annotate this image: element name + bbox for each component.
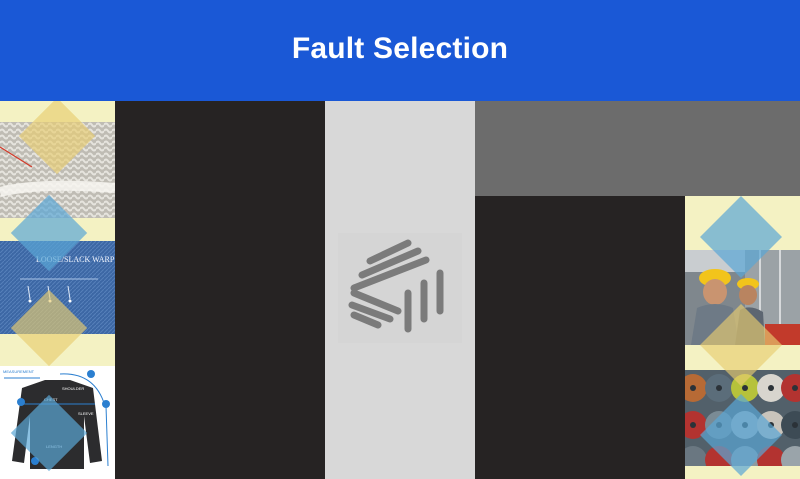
right-thumbnail-strip	[685, 196, 800, 479]
dark-panel-right	[475, 196, 685, 479]
measurement-label: MEASUREMENT	[3, 369, 35, 374]
header-bar: Fault Selection	[0, 0, 800, 101]
left-thumbnail-strip: LOOSE/SLACK WARP MEASUREMENT SHOULDER CH…	[0, 101, 115, 479]
shoulder-label: SHOULDER	[62, 386, 85, 391]
page-title: Fault Selection	[291, 31, 509, 65]
dark-panel-left	[115, 101, 325, 479]
sleeve-label: SLEEVE	[78, 411, 94, 416]
loading-logo-icon	[338, 233, 462, 343]
gray-panel-top	[475, 101, 800, 196]
